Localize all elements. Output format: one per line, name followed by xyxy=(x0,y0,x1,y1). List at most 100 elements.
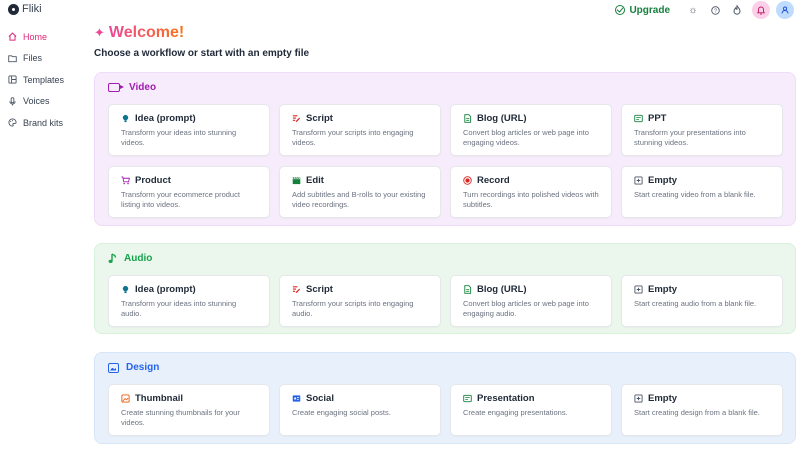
sidebar-item-label: Files xyxy=(23,53,43,64)
video-section: Video Idea (prompt) Transform your ideas… xyxy=(94,72,796,226)
app-logo[interactable]: Fliki xyxy=(8,3,42,15)
audio-script-card[interactable]: Script Transform your scripts into engag… xyxy=(279,275,441,327)
sidebar-item-voices[interactable]: Voices xyxy=(0,91,88,113)
sidebar-item-templates[interactable]: Templates xyxy=(0,69,88,91)
upgrade-button[interactable]: Upgrade xyxy=(615,5,670,16)
card-description: Turn recordings into polished videos wit… xyxy=(463,190,599,209)
clapperboard-icon xyxy=(292,176,301,185)
card-title: Idea (prompt) xyxy=(135,113,196,124)
design-presentation-card[interactable]: Presentation Create engaging presentatio… xyxy=(450,384,612,436)
video-script-card[interactable]: Script Transform your scripts into engag… xyxy=(279,104,441,156)
presentation-icon xyxy=(634,114,643,123)
document-icon xyxy=(463,285,472,294)
card-description: Transform your ecommerce product listing… xyxy=(121,190,240,209)
sidebar: Home Files Templates Voices Brand kits xyxy=(0,26,88,134)
social-icon xyxy=(292,394,301,403)
card-description: Create stunning thumbnails for your vide… xyxy=(121,408,240,427)
presentation-icon xyxy=(463,394,472,403)
card-description: Create engaging social posts. xyxy=(292,408,391,417)
audio-section: Audio Idea (prompt) Transform your ideas… xyxy=(94,243,796,334)
help-button[interactable]: ? xyxy=(704,1,726,19)
sidebar-item-label: Voices xyxy=(23,96,50,107)
card-title: Edit xyxy=(306,175,324,186)
music-note-icon xyxy=(108,253,117,264)
card-description: Convert blog articles or web page into e… xyxy=(463,299,589,318)
card-description: Add subtitles and B-rolls to your existi… xyxy=(292,190,426,209)
updates-button[interactable] xyxy=(726,1,748,19)
card-description: Start creating video from a blank file. xyxy=(634,190,756,199)
card-title: Thumbnail xyxy=(135,393,184,404)
card-title: Empty xyxy=(648,175,678,186)
folder-icon xyxy=(8,54,17,63)
welcome-header: ✦ Welcome! xyxy=(94,22,796,44)
thumbnail-icon xyxy=(121,394,130,403)
plus-square-icon xyxy=(634,285,643,294)
card-title: Script xyxy=(306,113,333,124)
bell-icon xyxy=(757,6,765,15)
sidebar-item-label: Templates xyxy=(23,74,65,85)
card-description: Transform your scripts into engaging vid… xyxy=(292,128,414,147)
card-description: Convert blog articles or web page into e… xyxy=(463,128,589,147)
sidebar-item-brand-kits[interactable]: Brand kits xyxy=(0,112,88,134)
sun-icon: ☼ xyxy=(688,4,698,16)
card-title: Empty xyxy=(648,284,678,295)
design-empty-card[interactable]: Empty Start creating design from a blank… xyxy=(621,384,783,436)
document-icon xyxy=(463,114,472,123)
help-icon: ? xyxy=(710,5,720,15)
lightbulb-icon xyxy=(121,114,130,123)
card-description: Start creating audio from a blank file. xyxy=(634,299,757,308)
sparkle-icon: ✦ xyxy=(94,25,105,40)
card-title: Blog (URL) xyxy=(477,113,527,124)
video-record-card[interactable]: Record Turn recordings into polished vid… xyxy=(450,166,612,218)
plus-square-icon xyxy=(634,176,643,185)
video-empty-card[interactable]: Empty Start creating video from a blank … xyxy=(621,166,783,218)
svg-text:?: ? xyxy=(714,8,717,14)
video-blog-card[interactable]: Blog (URL) Convert blog articles or web … xyxy=(450,104,612,156)
sidebar-item-label: Brand kits xyxy=(23,117,64,128)
card-description: Transform your ideas into stunning audio… xyxy=(121,299,237,318)
design-social-card[interactable]: Social Create engaging social posts. xyxy=(279,384,441,436)
video-edit-card[interactable]: Edit Add subtitles and B-rolls to your e… xyxy=(279,166,441,218)
microphone-icon xyxy=(8,97,17,106)
palette-icon xyxy=(8,118,17,127)
video-ppt-card[interactable]: PPT Transform your presentations into st… xyxy=(621,104,783,156)
card-title: Blog (URL) xyxy=(477,284,527,295)
card-title: Social xyxy=(306,393,334,404)
section-title: Video xyxy=(129,82,157,93)
lightbulb-icon xyxy=(121,285,130,294)
section-title: Audio xyxy=(124,253,153,264)
user-avatar-button[interactable] xyxy=(776,1,794,19)
record-icon xyxy=(463,176,472,185)
card-title: Product xyxy=(135,175,171,186)
card-title: Presentation xyxy=(477,393,535,404)
templates-icon xyxy=(8,75,17,84)
upgrade-label: Upgrade xyxy=(629,4,670,16)
notifications-button[interactable] xyxy=(752,1,770,19)
section-header: Design xyxy=(108,362,159,373)
user-icon xyxy=(781,6,789,14)
theme-toggle-button[interactable]: ☼ xyxy=(682,1,704,19)
design-thumbnail-card[interactable]: Thumbnail Create stunning thumbnails for… xyxy=(108,384,270,436)
audio-empty-card[interactable]: Empty Start creating audio from a blank … xyxy=(621,275,783,327)
video-product-card[interactable]: Product Transform your ecommerce product… xyxy=(108,166,270,218)
plus-square-icon xyxy=(634,394,643,403)
fliki-logo-icon xyxy=(8,3,19,15)
card-description: Transform your ideas into stunning video… xyxy=(121,128,237,147)
card-title: PPT xyxy=(648,113,667,124)
card-title: Idea (prompt) xyxy=(135,284,196,295)
sidebar-item-files[interactable]: Files xyxy=(0,48,88,70)
audio-idea-card[interactable]: Idea (prompt) Transform your ideas into … xyxy=(108,275,270,327)
section-header: Video xyxy=(108,82,156,93)
sidebar-item-label: Home xyxy=(23,31,48,42)
sidebar-item-home[interactable]: Home xyxy=(0,26,88,48)
card-title: Empty xyxy=(648,393,678,404)
app-root: Fliki Upgrade ☼ ? Home Files Templates V… xyxy=(0,0,800,457)
page-subtitle: Choose a workflow or start with an empty… xyxy=(94,48,310,59)
audio-blog-card[interactable]: Blog (URL) Convert blog articles or web … xyxy=(450,275,612,327)
card-title: Script xyxy=(306,284,333,295)
card-description: Transform your presentations into stunni… xyxy=(634,128,746,147)
home-icon xyxy=(8,32,17,41)
script-icon xyxy=(292,114,301,123)
top-bar: Fliki Upgrade ☼ ? xyxy=(0,0,800,20)
video-idea-card[interactable]: Idea (prompt) Transform your ideas into … xyxy=(108,104,270,156)
